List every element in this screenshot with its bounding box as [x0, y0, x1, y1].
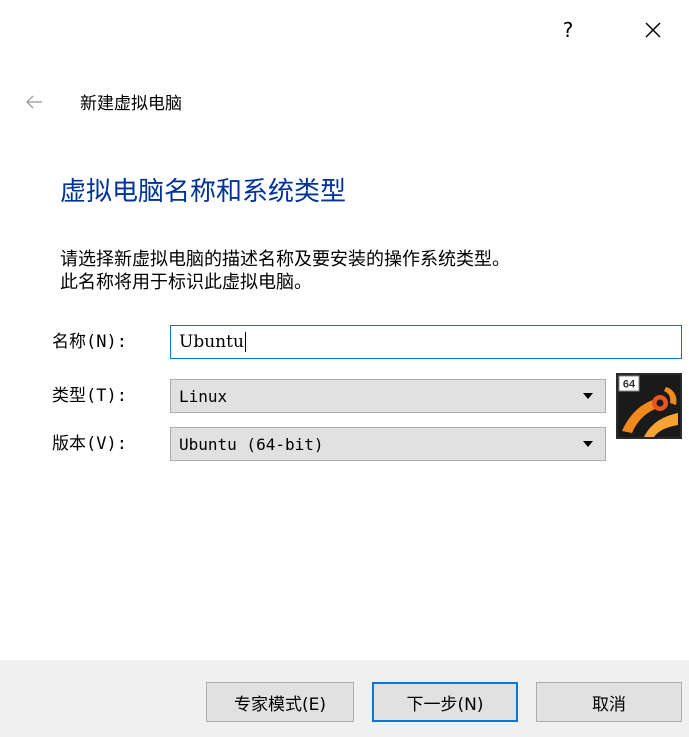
ubuntu-64bit-os-icon: 64	[616, 373, 682, 439]
type-label: 类型(T):	[52, 386, 127, 406]
name-input-value: Ubuntu	[179, 332, 244, 352]
chevron-down-icon	[579, 435, 597, 453]
help-button[interactable]: ?	[554, 14, 582, 46]
name-label: 名称(N):	[52, 332, 127, 352]
wizard-title: 新建虚拟电脑	[80, 94, 182, 114]
version-label: 版本(V):	[52, 434, 127, 454]
close-icon	[645, 22, 661, 38]
back-arrow-icon	[26, 95, 42, 109]
page-description: 请选择新虚拟电脑的描述名称及要安装的操作系统类型。 此名称将用于标识此虚拟电脑。	[60, 248, 680, 294]
version-select-value: Ubuntu (64-bit)	[179, 434, 324, 454]
expert-mode-button[interactable]: 专家模式(E)	[206, 682, 354, 722]
os-logo-badge: 64	[623, 379, 636, 391]
back-button[interactable]	[22, 90, 46, 114]
name-input[interactable]: Ubuntu	[170, 325, 682, 359]
close-button[interactable]	[638, 14, 668, 46]
type-select-value: Linux	[179, 386, 228, 406]
description-line-2: 此名称将用于标识此虚拟电脑。	[60, 272, 312, 293]
next-button[interactable]: 下一步(N)	[372, 682, 518, 722]
chevron-down-icon	[579, 387, 597, 405]
description-line-1: 请选择新虚拟电脑的描述名称及要安装的操作系统类型。	[60, 249, 510, 270]
type-select[interactable]: Linux	[170, 379, 606, 413]
page-heading: 虚拟电脑名称和系统类型	[60, 177, 347, 207]
text-caret	[244, 332, 246, 352]
cancel-button[interactable]: 取消	[536, 682, 682, 722]
version-select[interactable]: Ubuntu (64-bit)	[170, 427, 606, 461]
